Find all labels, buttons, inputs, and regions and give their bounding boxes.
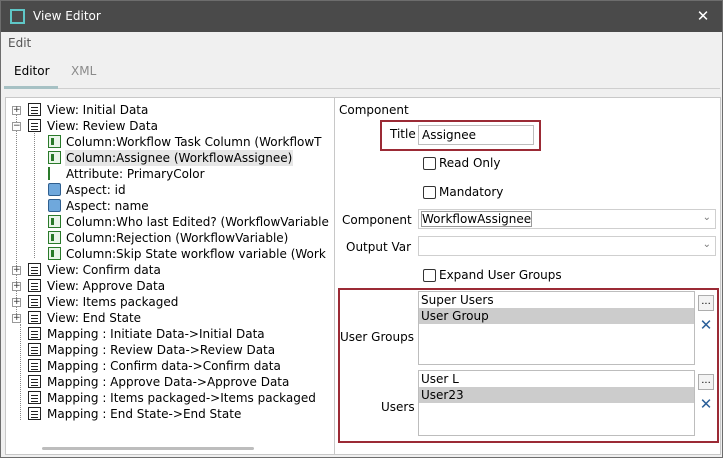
column-icon: [48, 135, 61, 148]
collapse-icon[interactable]: −: [12, 122, 21, 131]
component-select[interactable]: WorkflowAssignee ⌄: [418, 209, 716, 229]
tree-item-label: Aspect: id: [66, 183, 126, 197]
properties-pane: Component Title Assignee Read Only Manda…: [335, 98, 720, 454]
app-icon: [10, 9, 25, 24]
view-icon: [28, 311, 41, 324]
expand-icon[interactable]: +: [12, 298, 21, 307]
active-tab-indicator: [4, 86, 58, 89]
tree-item-label: View: Initial Data: [47, 103, 149, 117]
tree-connector: [20, 324, 21, 420]
column-icon: [48, 151, 61, 164]
tree-item-label: View: End State: [47, 311, 142, 325]
read-only-checkbox[interactable]: [423, 157, 436, 170]
output-var-select[interactable]: ⌄: [418, 236, 716, 256]
expand-icon[interactable]: +: [12, 314, 21, 323]
chevron-down-icon: ⌄: [702, 212, 711, 223]
tree-item-label: Mapping : Confirm data->Confirm data: [47, 359, 281, 373]
aspect-icon: [48, 183, 61, 196]
view-tree[interactable]: + View: Initial Data − View: Review Data…: [6, 98, 334, 454]
mapping-icon: [28, 343, 41, 356]
view-icon: [28, 263, 41, 276]
mandatory-checkbox[interactable]: [423, 186, 436, 199]
tab-divider: [58, 88, 720, 89]
column-icon: [48, 247, 61, 260]
menu-bar: Edit: [1, 32, 722, 54]
expand-icon[interactable]: +: [12, 282, 21, 291]
title-input[interactable]: Assignee: [418, 125, 534, 145]
title-bar: View Editor ✕: [1, 1, 722, 32]
mapping-icon: [28, 375, 41, 388]
mapping-icon: [28, 327, 41, 340]
list-item[interactable]: User L: [419, 371, 694, 387]
view-icon: [28, 103, 41, 116]
view-icon: [28, 119, 41, 132]
mandatory-label: Mandatory: [439, 185, 504, 199]
users-label: Users: [381, 400, 415, 414]
list-item[interactable]: Super Users: [419, 292, 694, 308]
tree-item-label: Aspect: name: [66, 199, 149, 213]
list-item[interactable]: User23: [419, 387, 694, 403]
section-heading: Component: [339, 103, 409, 117]
remove-icon[interactable]: ✕: [698, 317, 714, 333]
list-item[interactable]: User Group: [419, 308, 694, 324]
view-editor-window: View Editor ✕ Edit Editor XML + View: In…: [0, 0, 723, 458]
tree-item-label: Column:Workflow Task Column (WorkflowT: [66, 135, 322, 149]
column-icon: [48, 215, 61, 228]
tree-item-label: Mapping : End State->End State: [47, 407, 242, 421]
tab-xml[interactable]: XML: [71, 64, 96, 78]
tree-connector: [34, 130, 35, 258]
browse-users-button[interactable]: ...: [698, 374, 714, 390]
browse-user-groups-button[interactable]: ...: [698, 295, 714, 311]
expand-icon[interactable]: +: [12, 266, 21, 275]
expand-user-groups-checkbox[interactable]: [423, 269, 436, 282]
tree-item-label: Column:Assignee (WorkflowAssignee): [65, 150, 294, 166]
chevron-down-icon: ⌄: [702, 239, 711, 250]
window-title: View Editor: [33, 9, 101, 23]
component-label: Component: [342, 213, 412, 227]
component-select-value: WorkflowAssignee: [420, 211, 533, 227]
tree-item-label: Mapping : Review Data->Review Data: [47, 343, 276, 357]
tree-item-label: Column:Skip State workflow variable (Wor…: [66, 247, 326, 261]
tree-item-label: View: Items packaged: [47, 295, 179, 309]
output-var-label: Output Var: [346, 240, 412, 254]
tree-item-label: Column:Rejection (WorkflowVariable): [66, 231, 289, 245]
column-icon: [48, 231, 61, 244]
editor-content: + View: Initial Data − View: Review Data…: [5, 97, 721, 455]
tab-editor[interactable]: Editor: [14, 64, 50, 78]
mapping-icon: [28, 407, 41, 420]
read-only-label: Read Only: [439, 156, 501, 170]
tree-item-label: View: Approve Data: [47, 279, 166, 293]
expand-icon[interactable]: +: [12, 106, 21, 115]
tab-bar: Editor XML: [1, 54, 722, 91]
horizontal-scrollbar[interactable]: [42, 447, 254, 450]
user-groups-list[interactable]: Super Users User Group: [418, 291, 695, 365]
expand-user-groups-label: Expand User Groups: [439, 268, 562, 282]
tree-item-label: Mapping : Items packaged->Items packaged: [47, 391, 316, 405]
view-icon: [28, 279, 41, 292]
users-list[interactable]: User L User23: [418, 370, 695, 436]
tree-item-label: Column:Who last Edited? (WorkflowVariabl…: [66, 215, 329, 229]
tree-item-label: View: Confirm data: [47, 263, 161, 277]
menu-edit[interactable]: Edit: [8, 36, 31, 50]
remove-icon[interactable]: ✕: [698, 396, 714, 412]
tree-item-label: Mapping : Approve Data->Approve Data: [47, 375, 290, 389]
mapping-icon: [28, 359, 41, 372]
close-icon[interactable]: ✕: [691, 5, 715, 27]
title-label: Title: [390, 127, 416, 141]
attribute-icon: [48, 167, 56, 180]
view-icon: [28, 295, 41, 308]
tree-item-label: View: Review Data: [47, 119, 158, 133]
aspect-icon: [48, 199, 61, 212]
user-groups-label: User Groups: [340, 330, 414, 344]
tree-item-label: Mapping : Initiate Data->Initial Data: [47, 327, 265, 341]
mapping-icon: [28, 391, 41, 404]
tree-item-label: Attribute: PrimaryColor: [66, 167, 205, 181]
